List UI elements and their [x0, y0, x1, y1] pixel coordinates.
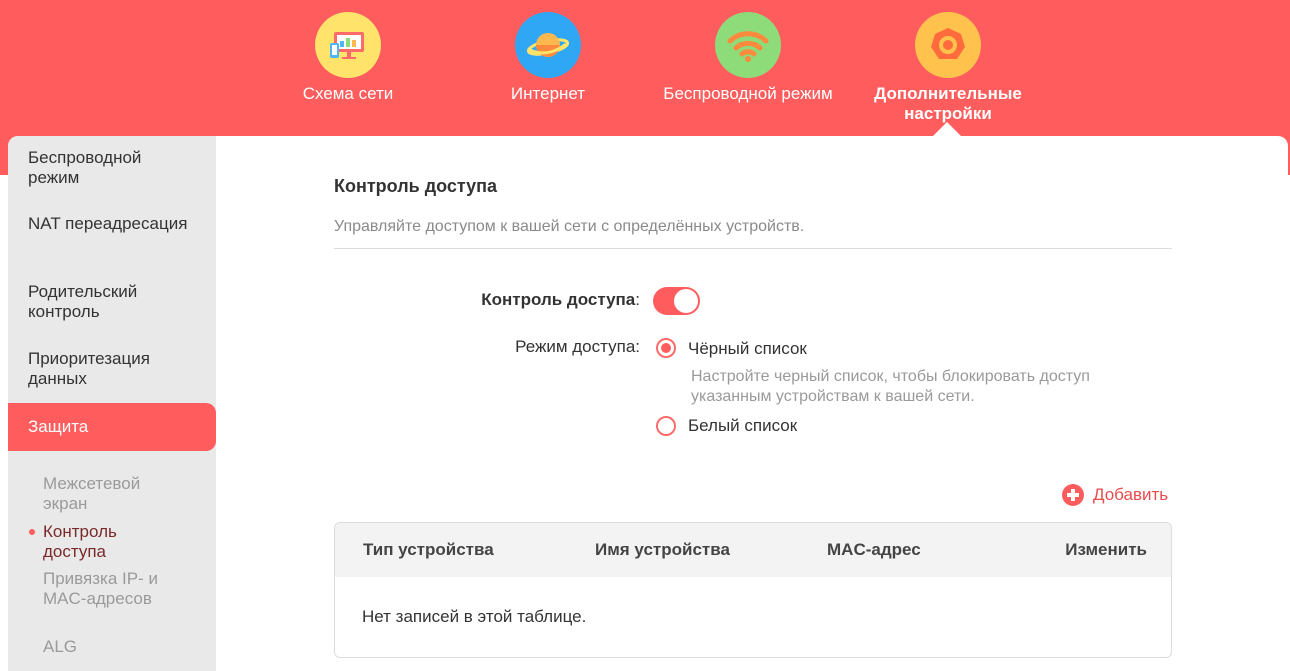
sidebar-subitem-label: Контроль доступа: [43, 522, 117, 561]
column-mac-address: MAC-адрес: [827, 540, 921, 559]
sidebar-item-nat[interactable]: NAT переадресация: [8, 214, 216, 234]
add-button-label: Добавить: [1093, 485, 1169, 504]
access-control-label: Контроль доступа:: [481, 290, 640, 309]
sidebar-item-security[interactable]: Защита: [8, 403, 216, 451]
table-header: Тип устройства Имя устройства MAC-адрес …: [335, 523, 1171, 577]
active-nav-pointer: [932, 122, 962, 137]
column-modify: Изменить: [1065, 540, 1147, 559]
plus-circle-icon: [1062, 484, 1084, 506]
current-indicator-dot: [29, 529, 35, 535]
sidebar: Беспроводной режим NAT переадресация Род…: [8, 136, 216, 671]
top-navigation: Схема сети Интернет Беспроводной режим Д…: [0, 0, 1290, 136]
nav-label: Схема сети: [302, 84, 394, 103]
nav-wireless[interactable]: Беспроводной режим: [648, 12, 848, 104]
add-button[interactable]: Добавить: [1062, 484, 1168, 506]
access-mode-label: Режим доступа:: [515, 337, 640, 356]
sidebar-subitem-access-control[interactable]: Контроль доступа: [8, 522, 216, 562]
page-description: Управляйте доступом к вашей сети с опред…: [334, 218, 805, 235]
whitelist-radio[interactable]: [656, 416, 676, 436]
access-control-table: Тип устройства Имя устройства MAC-адрес …: [334, 522, 1172, 658]
blacklist-label[interactable]: Чёрный список: [688, 339, 807, 359]
network-map-icon: [315, 12, 381, 78]
sidebar-subitem-ip-mac-binding[interactable]: Привязка IP- и MAC-адресов: [8, 569, 216, 609]
page-title: Контроль доступа: [334, 176, 498, 196]
toggle-knob: [674, 289, 698, 313]
sidebar-subitem-firewall[interactable]: Межсетевой экран: [8, 474, 216, 514]
main-card: Беспроводной режим NAT переадресация Род…: [8, 136, 1288, 671]
sidebar-subitem-alg[interactable]: ALG: [8, 637, 216, 657]
divider: [334, 248, 1172, 249]
nav-network-map[interactable]: Схема сети: [248, 12, 448, 104]
planet-icon: [515, 12, 581, 78]
blacklist-radio[interactable]: [656, 338, 676, 358]
blacklist-hint: Настройте черный список, чтобы блокирова…: [691, 368, 1090, 405]
sidebar-item-parental-control[interactable]: Родительский контроль: [8, 282, 216, 322]
wifi-icon: [715, 12, 781, 78]
column-device-name: Имя устройства: [595, 540, 730, 559]
access-control-toggle[interactable]: [653, 287, 700, 315]
whitelist-label[interactable]: Белый список: [688, 416, 797, 436]
nav-label: Дополнительные настройки: [874, 84, 1022, 123]
nav-label: Интернет: [510, 84, 586, 103]
table-empty-message: Нет записей в этой таблице.: [362, 607, 587, 626]
column-device-type: Тип устройства: [363, 540, 494, 559]
gear-icon: [915, 12, 981, 78]
sidebar-item-qos[interactable]: Приоритезация данных: [8, 349, 216, 389]
nav-advanced-settings[interactable]: Дополнительные настройки: [848, 12, 1048, 124]
nav-label: Беспроводной режим: [663, 84, 833, 103]
nav-internet[interactable]: Интернет: [448, 12, 648, 104]
sidebar-item-wireless[interactable]: Беспроводной режим: [8, 148, 216, 188]
